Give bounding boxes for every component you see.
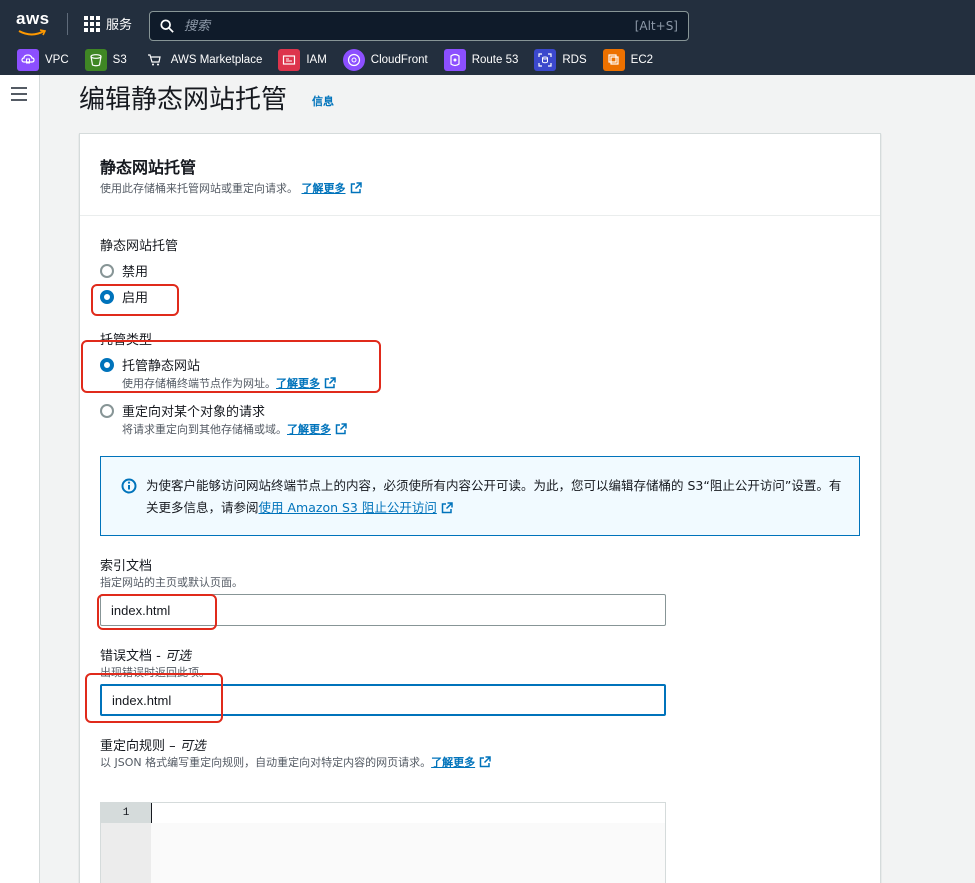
rds-icon xyxy=(534,49,557,71)
external-link-icon xyxy=(441,502,453,514)
error-document-label: 错误文档 - 可选 xyxy=(100,649,191,664)
services-label: 服务 xyxy=(106,18,133,33)
iam-icon xyxy=(278,49,301,71)
ec2-icon xyxy=(602,49,625,71)
redirect-rules-hint: 以 JSON 格式编写重定向规则，自动重定向对特定内容的网页请求。了解更多 xyxy=(100,754,491,770)
external-link-icon xyxy=(335,423,347,435)
learn-more-link[interactable]: 了解更多 xyxy=(276,377,336,390)
index-document-label: 索引文档 xyxy=(100,559,153,574)
info-link[interactable]: 信息 xyxy=(312,93,334,109)
radio-label: 重定向对某个对象的请求 xyxy=(122,405,266,420)
search-shortcut-hint: [Alt+S] xyxy=(634,19,678,33)
external-link-icon xyxy=(350,182,362,194)
index-document-input[interactable] xyxy=(100,594,666,626)
vpc-icon xyxy=(17,49,39,71)
cloudfront-icon xyxy=(342,49,365,71)
favorite-label: RDS xyxy=(562,54,587,66)
static-website-hosting-panel: 静态网站托管 使用此存储桶来托管网站或重定向请求。 了解更多 静态网站托管 禁用… xyxy=(79,133,881,883)
alert-text: 为使客户能够访问网站终端节点上的内容，必须使所有内容公开可读。为此，您可以编辑存… xyxy=(146,475,846,519)
search-input[interactable] xyxy=(184,18,635,34)
host-static-website-desc: 使用存储桶终端节点作为网址。了解更多 xyxy=(122,375,336,391)
menu-icon[interactable] xyxy=(11,87,27,101)
radio-host-static-website[interactable]: 托管静态网站 xyxy=(100,355,200,374)
favorite-label: IAM xyxy=(306,54,327,66)
favorite-rds[interactable]: RDS xyxy=(534,49,587,71)
line-number: 1 xyxy=(101,803,151,823)
external-link-icon xyxy=(324,377,336,389)
favorites-bar: VPC S3 AWS Marketplace IAM CloudFront Ro… xyxy=(0,45,975,75)
cart-icon xyxy=(143,49,165,71)
learn-more-link[interactable]: 了解更多 xyxy=(431,756,491,769)
error-document-hint: 出现错误时返回此项。 xyxy=(100,666,210,679)
error-document-label-text: 错误文档 xyxy=(100,649,153,664)
alert-message: 为使客户能够访问网站终端节点上的内容，必须使所有内容公开可读。为此，您可以编辑存… xyxy=(146,478,842,515)
learn-more-text: 了解更多 xyxy=(276,377,320,390)
option-description: 使用存储桶终端节点作为网址。 xyxy=(122,377,276,390)
favorite-ec2[interactable]: EC2 xyxy=(602,49,654,71)
favorite-s3[interactable]: S3 xyxy=(84,49,127,71)
learn-more-link[interactable]: 了解更多 xyxy=(302,182,362,195)
favorite-vpc[interactable]: VPC xyxy=(17,49,69,71)
learn-more-text: 了解更多 xyxy=(287,423,331,436)
info-icon xyxy=(121,478,137,494)
error-document-input[interactable] xyxy=(100,684,666,716)
panel-header: 静态网站托管 使用此存储桶来托管网站或重定向请求。 了解更多 xyxy=(80,134,880,216)
favorite-aws-marketplace[interactable]: AWS Marketplace xyxy=(143,49,263,71)
radio-button[interactable] xyxy=(100,403,114,418)
radio-enable[interactable]: 启用 xyxy=(100,287,148,306)
s3-icon xyxy=(84,49,107,71)
side-navigation-collapsed xyxy=(0,75,40,883)
favorite-label: VPC xyxy=(45,54,69,66)
panel-title: 静态网站托管 xyxy=(100,158,197,177)
learn-more-text: 了解更多 xyxy=(301,182,346,195)
aws-smile-icon xyxy=(18,29,46,36)
favorite-iam[interactable]: IAM xyxy=(278,49,327,71)
search-icon xyxy=(160,19,174,33)
radio-label: 启用 xyxy=(122,291,149,306)
grid-icon xyxy=(84,15,100,32)
favorite-label: CloudFront xyxy=(370,54,428,66)
favorite-label: Route 53 xyxy=(471,54,519,66)
alert-link-text: 使用 Amazon S3 阻止公开访问 xyxy=(258,500,437,515)
favorite-label: AWS Marketplace xyxy=(170,54,263,66)
services-menu-button[interactable]: 服务 xyxy=(84,14,132,33)
radio-button[interactable] xyxy=(100,263,114,278)
learn-more-link[interactable]: 了解更多 xyxy=(287,423,347,436)
panel-description: 使用此存储桶来托管网站或重定向请求。 了解更多 xyxy=(100,180,362,196)
radio-label: 禁用 xyxy=(122,265,149,280)
topbar-divider xyxy=(67,13,68,35)
search-box[interactable]: [Alt+S] xyxy=(149,11,689,41)
top-navigation: aws 服务 [Alt+S] xyxy=(0,0,975,45)
redirect-rules-editor[interactable]: 1 xyxy=(100,802,666,883)
favorite-route-53[interactable]: Route 53 xyxy=(443,49,519,71)
favorite-cloudfront[interactable]: CloudFront xyxy=(342,49,428,71)
index-document-hint: 指定网站的主页或默认页面。 xyxy=(100,576,243,589)
learn-more-text: 了解更多 xyxy=(431,756,476,769)
redirect-requests-desc: 将请求重定向到其他存储桶或域。了解更多 xyxy=(122,421,347,437)
editor-line[interactable] xyxy=(151,803,665,823)
optional-tag: 可选 xyxy=(164,649,191,664)
route53-icon xyxy=(443,49,466,71)
favorite-label: EC2 xyxy=(630,54,654,66)
radio-disable[interactable]: 禁用 xyxy=(100,261,148,280)
option-description: 将请求重定向到其他存储桶或域。 xyxy=(122,423,287,436)
panel-description-text: 使用此存储桶来托管网站或重定向请求。 xyxy=(100,182,298,195)
favorite-label: S3 xyxy=(112,54,127,66)
radio-label: 托管静态网站 xyxy=(122,359,201,374)
info-alert: 为使客户能够访问网站终端节点上的内容，必须使所有内容公开可读。为此，您可以编辑存… xyxy=(100,456,860,536)
aws-logo-text: aws xyxy=(16,9,50,28)
redirect-rules-hint-text: 以 JSON 格式编写重定向规则，自动重定向对特定内容的网页请求。 xyxy=(100,756,432,769)
radio-button-checked[interactable] xyxy=(100,357,114,372)
radio-redirect-requests[interactable]: 重定向对某个对象的请求 xyxy=(100,401,265,420)
page-title: 编辑静态网站托管 xyxy=(79,85,288,115)
external-link-icon xyxy=(479,756,491,768)
optional-tag: 可选 xyxy=(179,739,206,754)
hosting-type-label: 托管类型 xyxy=(100,333,153,348)
radio-button-checked[interactable] xyxy=(100,289,114,304)
aws-logo[interactable]: aws xyxy=(16,9,50,37)
block-public-access-link[interactable]: 使用 Amazon S3 阻止公开访问 xyxy=(259,500,453,515)
redirect-rules-label-text: 重定向规则 xyxy=(100,739,166,754)
redirect-rules-label: 重定向规则 – 可选 xyxy=(100,739,206,754)
hosting-label: 静态网站托管 xyxy=(100,239,179,254)
